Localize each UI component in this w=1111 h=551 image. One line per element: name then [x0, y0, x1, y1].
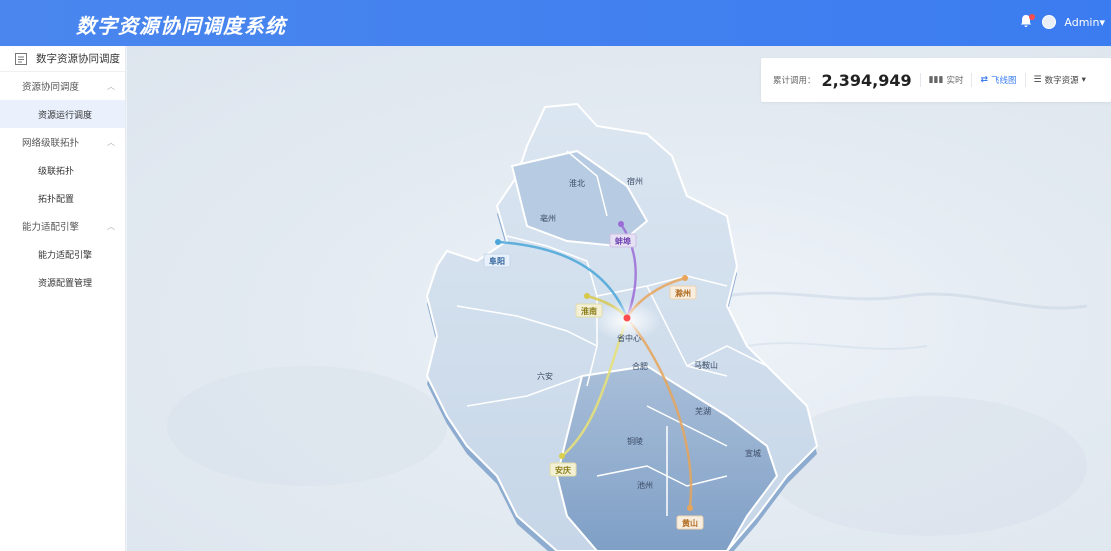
sidebar-item-resource-config[interactable]: 资源配置管理 — [0, 268, 125, 296]
province-map[interactable]: 淮北 宿州 亳州 六安 合肥 马鞍山 芜湖 铜陵 池州 宣城 省中心 阜阳 蚌埠… — [127, 46, 1111, 551]
sidebar-item-label: 拓扑配置 — [38, 194, 75, 205]
notification-bell-icon[interactable] — [1020, 14, 1036, 30]
sidebar-group-label: 网络级联拓扑 — [22, 138, 80, 149]
sidebar-item-topology-config[interactable]: 拓扑配置 — [0, 184, 125, 212]
region-label-suzhou: 宿州 — [627, 176, 643, 186]
cumulative-calls-value: 2,394,949 — [821, 70, 912, 90]
sidebar-item-resource-run-scheduling[interactable]: 资源运行调度 — [0, 100, 125, 128]
chevron-up-icon: ︿ — [107, 137, 115, 147]
sidebar-header[interactable]: 数字资源协同调度 — [0, 46, 125, 72]
app-title: 数字资源协同调度系统 — [76, 14, 286, 38]
user-menu[interactable]: Admin▾ — [1064, 16, 1105, 29]
center-dot — [623, 314, 631, 322]
callout-label-bengbu: 蚌埠 — [615, 236, 631, 246]
user-name: Admin — [1064, 15, 1100, 29]
callout-label-huainan: 淮南 — [581, 306, 597, 316]
flight-map-toggle[interactable]: ⇄ 飞线图 — [980, 74, 1016, 86]
user-area: Admin▾ — [1020, 14, 1105, 30]
top-bar: 数字资源协同调度系统 Admin▾ — [0, 0, 1111, 46]
callout-label-anqing: 安庆 — [555, 465, 571, 475]
sidebar-item-label: 资源配置管理 — [38, 278, 93, 289]
region-label-chizhou: 池州 — [637, 480, 653, 490]
sidebar-item-capability-engine[interactable]: 能力适配引擎 — [0, 240, 125, 268]
region-label-bozhou: 亳州 — [540, 213, 556, 223]
stats-panel: 累计调用： 2,394,949 ▮▮▮ 实时 ⇄ 飞线图 ☰ 数字资源 ▾ — [761, 58, 1111, 102]
region-label-xuancheng: 宣城 — [745, 448, 761, 458]
sidebar-group-label: 资源协同调度 — [22, 82, 80, 93]
divider — [1024, 73, 1026, 87]
sidebar-item-cascade-topology[interactable]: 级联拓扑 — [0, 156, 125, 184]
sidebar-group-capability-engine[interactable]: 能力适配引擎 ︿ — [0, 212, 125, 240]
cumulative-calls-label: 累计调用： — [773, 76, 816, 86]
chevron-down-icon: ▾ — [1081, 75, 1086, 85]
region-label-tongling: 铜陵 — [627, 436, 643, 446]
divider — [971, 73, 973, 87]
flight-map-label: 飞线图 — [991, 76, 1017, 86]
sidebar-group-label: 能力适配引擎 — [22, 222, 80, 233]
callout-label-chuzhou: 滁州 — [675, 288, 691, 298]
region-label-luan: 六安 — [537, 371, 553, 381]
map-view[interactable]: 淮北 宿州 亳州 六安 合肥 马鞍山 芜湖 铜陵 池州 宣城 省中心 阜阳 蚌埠… — [127, 46, 1111, 551]
realtime-label: 实时 — [946, 76, 964, 86]
region-label-maanshan: 马鞍山 — [694, 360, 718, 370]
sidebar-item-label: 能力适配引擎 — [38, 250, 93, 261]
region-label-hefei: 合肥 — [632, 361, 648, 371]
sidebar-group-resource-coordination[interactable]: 资源协同调度 ︿ — [0, 72, 125, 100]
chevron-up-icon: ︿ — [107, 221, 115, 231]
document-icon — [15, 52, 27, 65]
sidebar-item-label: 资源运行调度 — [38, 110, 93, 121]
chevron-up-icon: ︿ — [107, 81, 115, 91]
avatar[interactable] — [1042, 15, 1057, 29]
digital-resource-dropdown[interactable]: ☰ 数字资源 ▾ — [1034, 74, 1086, 86]
list-icon: ☰ — [1033, 75, 1042, 85]
region-label-huaibei: 淮北 — [569, 178, 585, 188]
digital-resource-label: 数字资源 — [1044, 76, 1079, 86]
realtime-toggle[interactable]: ▮▮▮ 实时 — [929, 74, 964, 86]
flight-map-icon: ⇄ — [980, 75, 989, 85]
region-label-wuhu: 芜湖 — [695, 406, 711, 416]
divider — [919, 73, 921, 87]
sidebar-item-label: 级联拓扑 — [38, 166, 75, 177]
callout-label-fuyang: 阜阳 — [489, 256, 505, 266]
notification-dot — [1029, 14, 1036, 20]
center-label: 省中心 — [617, 333, 641, 343]
sidebar-header-label: 数字资源协同调度 — [36, 53, 120, 65]
callout-label-huangshan: 黄山 — [682, 518, 698, 528]
sidebar-group-network-topology[interactable]: 网络级联拓扑 ︿ — [0, 128, 125, 156]
bar-chart-icon: ▮▮▮ — [928, 75, 944, 85]
sidebar: 数字资源协同调度 资源协同调度 ︿ 资源运行调度 网络级联拓扑 ︿ 级联拓扑 拓… — [0, 46, 126, 551]
